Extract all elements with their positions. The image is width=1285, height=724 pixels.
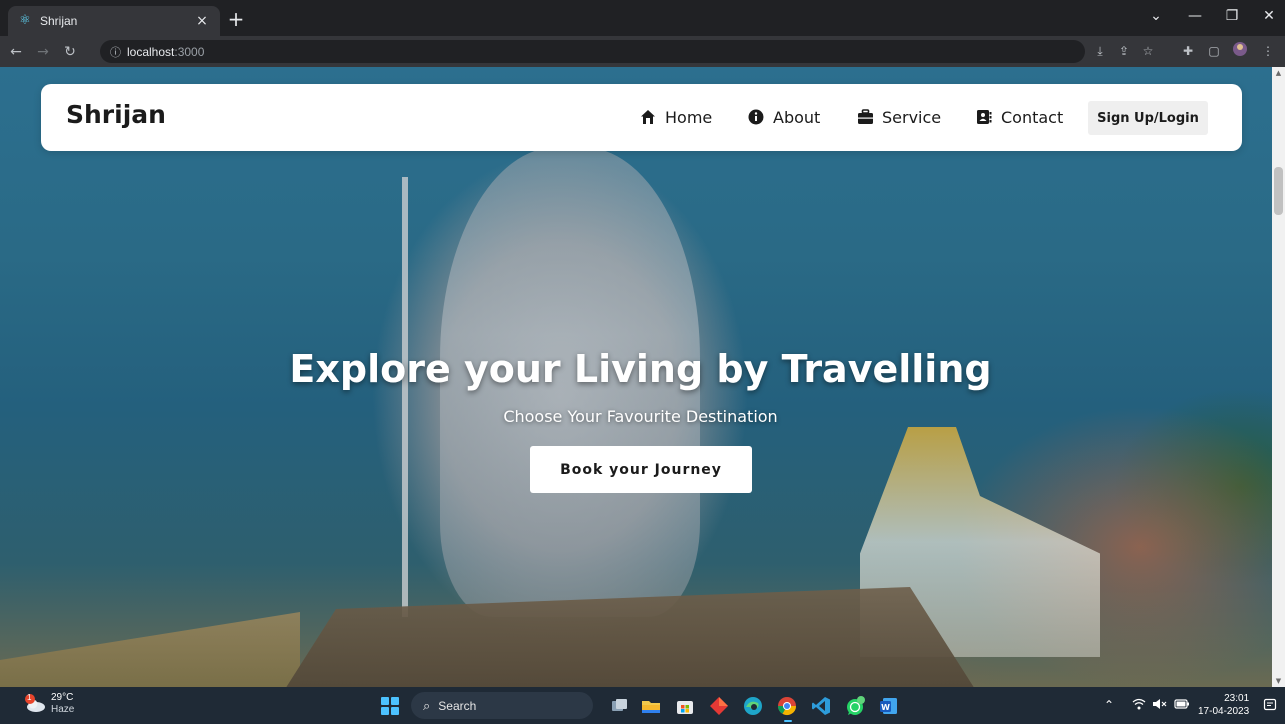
browser-menu-icon[interactable]: ⋮: [1258, 41, 1278, 61]
nav-item-home[interactable]: Home: [639, 106, 712, 128]
task-view-icon[interactable]: [608, 695, 630, 717]
forward-icon[interactable]: →: [32, 41, 54, 63]
battery-icon[interactable]: [1174, 698, 1190, 713]
page-scrollbar[interactable]: ▲ ▼: [1272, 67, 1285, 687]
whatsapp-icon[interactable]: [844, 695, 866, 717]
url-text: localhost:3000: [127, 45, 204, 59]
page-viewport: Shrijan Home About Service Contact Sign …: [0, 67, 1272, 687]
hero-subtitle: Choose Your Favourite Destination: [503, 407, 778, 426]
search-icon: ⌕: [423, 697, 431, 713]
weather-condition: Haze: [51, 704, 75, 715]
weather-cloud-icon: 1: [24, 693, 46, 715]
extensions-puzzle-icon[interactable]: ✚: [1178, 41, 1198, 61]
address-bar[interactable]: ⓘ localhost:3000: [100, 40, 1085, 63]
browser-tab[interactable]: ⚛ Shrijan ×: [8, 6, 220, 36]
chrome-active-indicator: [784, 720, 792, 722]
taskbar-search-label: Search: [438, 698, 477, 713]
scroll-thumb[interactable]: [1274, 167, 1283, 215]
nav-item-label: Contact: [1001, 107, 1064, 127]
nav-item-about[interactable]: About: [747, 106, 820, 128]
close-tab-icon[interactable]: ×: [194, 13, 210, 29]
back-icon[interactable]: ←: [5, 41, 27, 63]
scroll-up-arrow-icon[interactable]: ▲: [1272, 67, 1285, 79]
briefcase-icon: [856, 108, 874, 126]
side-panel-icon[interactable]: ▢: [1204, 41, 1224, 61]
browser-tab-strip: ⚛ Shrijan × + ⌄ — ❐ ✕: [0, 0, 1285, 36]
background-trident: [402, 177, 408, 617]
nav-item-label: Home: [665, 107, 713, 127]
signup-login-button[interactable]: Sign Up/Login: [1088, 101, 1208, 135]
nav-item-contact[interactable]: Contact: [975, 106, 1063, 128]
restore-button[interactable]: ❐: [1222, 8, 1242, 24]
bookmark-star-icon[interactable]: ☆: [1138, 41, 1158, 61]
tab-search-chevron-icon[interactable]: ⌄: [1146, 8, 1166, 24]
share-icon[interactable]: ⇪: [1114, 41, 1134, 61]
new-tab-button[interactable]: +: [226, 9, 246, 30]
close-window-button[interactable]: ✕: [1259, 8, 1279, 24]
url-port: :3000: [174, 44, 205, 59]
nav-item-label: About: [773, 107, 821, 127]
wifi-icon[interactable]: [1132, 698, 1146, 713]
screen: ⚛ Shrijan × + ⌄ — ❐ ✕ ← → ↻ ⓘ localhost:…: [0, 0, 1285, 724]
site-info-icon[interactable]: ⓘ: [110, 44, 121, 60]
windows-start-icon[interactable]: [381, 697, 399, 715]
svg-text:W: W: [881, 703, 890, 712]
site-navbar: Shrijan Home About Service Contact Sign …: [41, 84, 1242, 151]
hero-title: Explore your Living by Travelling: [289, 347, 992, 391]
brand-logo[interactable]: Shrijan: [66, 100, 166, 129]
book-journey-button[interactable]: Book your Journey: [530, 446, 752, 493]
clock-date: 17-04-2023: [1198, 706, 1250, 717]
taskbar-search[interactable]: ⌕ Search: [411, 692, 593, 719]
scroll-down-arrow-icon[interactable]: ▼: [1272, 675, 1285, 687]
tab-title: Shrijan: [40, 14, 78, 28]
diamond-app-icon[interactable]: [708, 695, 730, 717]
background-ground: [280, 587, 980, 687]
system-clock[interactable]: 23:01 17-04-2023: [1198, 692, 1249, 718]
notification-center-icon[interactable]: [1263, 698, 1277, 715]
address-book-icon: [975, 108, 993, 126]
weather-widget[interactable]: 1 29°C Haze: [24, 692, 74, 716]
browser-toolbar: ← → ↻ ⓘ localhost:3000 ⤓ ⇪ ☆ ✚ ▢ ⋮: [0, 36, 1285, 67]
nav-item-service[interactable]: Service: [856, 106, 941, 128]
show-hidden-icons-chevron-icon[interactable]: ⌃: [1104, 698, 1114, 712]
clock-time: 23:01: [1224, 693, 1250, 704]
background-shore: [0, 612, 300, 687]
microsoft-word-icon[interactable]: W: [878, 695, 900, 717]
volume-muted-icon[interactable]: [1152, 698, 1168, 713]
minimize-button[interactable]: —: [1185, 8, 1205, 24]
vscode-icon[interactable]: [810, 695, 832, 717]
home-icon: [639, 108, 657, 126]
windows-taskbar: 1 29°C Haze ⌕ Search W ⌃ 23:01 17-04-202…: [0, 687, 1285, 724]
install-app-icon[interactable]: ⤓: [1090, 41, 1110, 61]
file-explorer-icon[interactable]: [640, 695, 662, 717]
weather-alert-badge: 1: [27, 693, 32, 702]
weather-temperature: 29°C: [51, 692, 74, 703]
url-host: localhost: [127, 44, 175, 59]
profile-avatar[interactable]: [1230, 41, 1250, 61]
microsoft-store-icon[interactable]: [674, 695, 696, 717]
chrome-browser-icon[interactable]: [776, 695, 798, 717]
nav-item-label: Service: [882, 107, 942, 127]
react-atom-icon: ⚛: [19, 13, 31, 28]
reload-icon[interactable]: ↻: [59, 41, 81, 63]
edge-browser-icon[interactable]: [742, 695, 764, 717]
info-icon: [747, 108, 765, 126]
